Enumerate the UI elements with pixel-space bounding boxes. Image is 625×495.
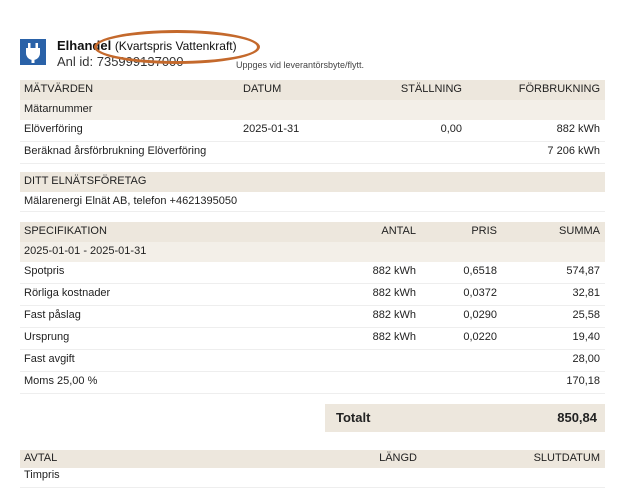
col-header: SPECIFIKATION xyxy=(24,225,107,237)
avtal-table: AVTAL LÄNGD SLUTDATUM Timpris xyxy=(20,450,605,488)
cell: Ursprung xyxy=(24,331,70,343)
cell: 882 kWh xyxy=(372,265,416,277)
cell: Rörliga kostnader xyxy=(24,287,111,299)
cell: 574,87 xyxy=(566,265,600,277)
cell: 0,6518 xyxy=(463,265,497,277)
col-header: FÖRBRUKNING xyxy=(518,83,600,95)
table-row: Fast påslag 882 kWh 0,0290 25,58 xyxy=(20,306,605,328)
col-header: SUMMA xyxy=(559,225,600,237)
total-label: Totalt xyxy=(336,410,371,425)
table-header: MÄTVÄRDEN DATUM STÄLLNING FÖRBRUKNING xyxy=(20,80,605,100)
cell: 28,00 xyxy=(572,353,600,365)
cell: Mälarenergi Elnät AB, telefon +462139505… xyxy=(24,195,238,207)
table-row: Ursprung 882 kWh 0,0220 19,40 xyxy=(20,328,605,350)
cell: 882 kWh xyxy=(372,331,416,343)
col-header: DATUM xyxy=(243,83,282,95)
cell: 2025-01-31 xyxy=(243,123,300,135)
cell: 0,0290 xyxy=(463,309,497,321)
cell: 170,18 xyxy=(566,375,600,387)
cell: 0,0372 xyxy=(463,287,497,299)
col-header: PRIS xyxy=(471,225,497,237)
group-row: Mätarnummer xyxy=(20,100,605,120)
table-header: DITT ELNÄTSFÖRETAG xyxy=(20,172,605,192)
cell: Fast påslag xyxy=(24,309,81,321)
col-header: LÄNGD xyxy=(379,452,417,464)
table-row: Fast avgift 28,00 xyxy=(20,350,605,372)
highlight-ellipse xyxy=(94,30,260,64)
table-row: Moms 25,00 % 170,18 xyxy=(20,372,605,394)
table-header: SPECIFIKATION ANTAL PRIS SUMMA xyxy=(20,222,605,242)
cell: 32,81 xyxy=(572,287,600,299)
table-row: Elöverföring 2025-01-31 0,00 882 kWh xyxy=(20,120,605,142)
cell: Timpris xyxy=(24,469,60,481)
table-row: Beräknad årsförbrukning Elöverföring 7 2… xyxy=(20,142,605,164)
table-header: AVTAL LÄNGD SLUTDATUM xyxy=(20,450,605,468)
cell: Elöverföring xyxy=(24,123,83,135)
cell: 7 206 kWh xyxy=(547,145,600,157)
group-label: Mätarnummer xyxy=(24,103,93,115)
cell: Beräknad årsförbrukning Elöverföring xyxy=(24,145,207,157)
col-header: AVTAL xyxy=(24,452,58,464)
table-row: Timpris xyxy=(20,468,605,488)
cell: 25,58 xyxy=(572,309,600,321)
cell: 19,40 xyxy=(572,331,600,343)
cell: Fast avgift xyxy=(24,353,75,365)
plug-icon xyxy=(20,39,46,65)
col-header: SLUTDATUM xyxy=(533,452,600,464)
cell: 882 kWh xyxy=(372,309,416,321)
table-row: Mälarenergi Elnät AB, telefon +462139505… xyxy=(20,192,605,212)
anl-note: Uppges vid leverantörsbyte/flytt. xyxy=(236,60,365,70)
total-box: Totalt 850,84 xyxy=(325,404,605,432)
col-header: MÄTVÄRDEN xyxy=(24,83,94,95)
natforetag-table: DITT ELNÄTSFÖRETAG Mälarenergi Elnät AB,… xyxy=(20,172,605,212)
matvarden-table: MÄTVÄRDEN DATUM STÄLLNING FÖRBRUKNING Mä… xyxy=(20,80,605,164)
col-header: ANTAL xyxy=(381,225,416,237)
period-label: 2025-01-01 - 2025-01-31 xyxy=(24,245,147,257)
cell: 0,0220 xyxy=(463,331,497,343)
cell: Moms 25,00 % xyxy=(24,375,98,387)
period-row: 2025-01-01 - 2025-01-31 xyxy=(20,242,605,262)
table-row: Rörliga kostnader 882 kWh 0,0372 32,81 xyxy=(20,284,605,306)
col-header: STÄLLNING xyxy=(400,83,462,95)
cell: 0,00 xyxy=(440,123,462,135)
cell: 882 kWh xyxy=(556,123,600,135)
spec-table: SPECIFIKATION ANTAL PRIS SUMMA 2025-01-0… xyxy=(20,222,605,394)
total-value: 850,84 xyxy=(557,410,597,425)
cell: Spotpris xyxy=(24,265,65,277)
col-header: DITT ELNÄTSFÖRETAG xyxy=(24,175,147,187)
cell: 882 kWh xyxy=(372,287,416,299)
table-row: Spotpris 882 kWh 0,6518 574,87 xyxy=(20,262,605,284)
